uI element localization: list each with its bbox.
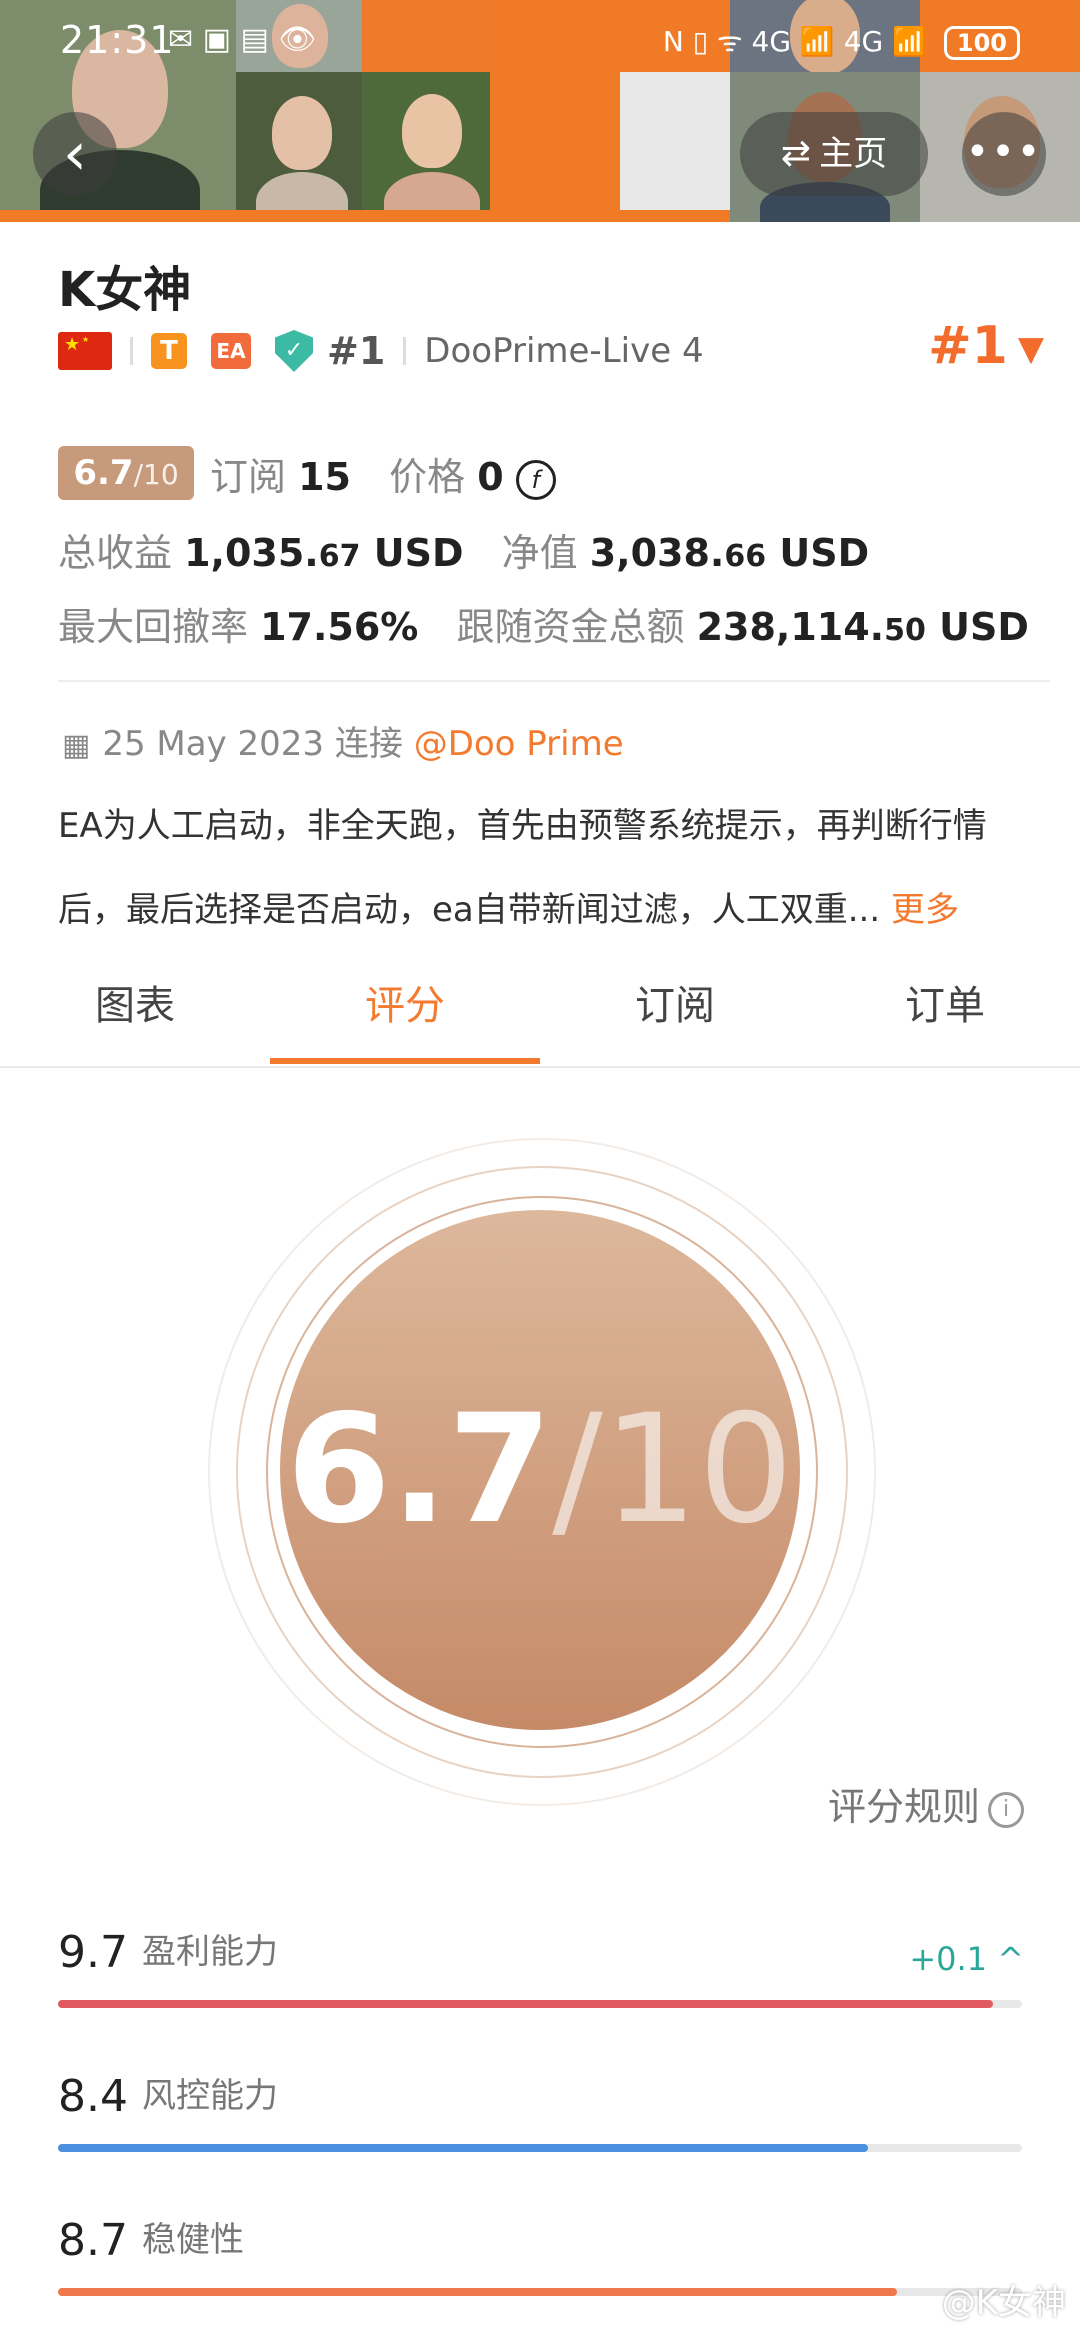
rank-value: #1 [928,316,1008,376]
rank-label: #1 [327,329,386,373]
back-button[interactable]: ‹ [33,112,117,196]
risk-control-bar-fill [58,2144,868,2152]
profitability-delta: +0.1 ^ [909,1940,1024,1978]
equity-label: 净值 [501,531,578,575]
ea-badge-icon: EA [211,333,251,369]
metric-profitability: 9.7 盈利能力 [58,1927,278,1978]
calendar-icon: ▦ [62,728,91,763]
overall-score-value: 6.7 [286,1383,553,1557]
home-button[interactable]: ⇄ 主页 [740,112,928,196]
caret-down-icon: ▼ [1017,329,1044,369]
tab-orders[interactable]: 订单 [810,966,1080,1066]
stability-bar [58,2288,1022,2296]
status-time: 21:31 [60,18,175,62]
more-button[interactable]: ••• [962,112,1046,196]
metric-risk-control: 8.4 风控能力 [58,2071,278,2122]
server-name: DooPrime-Live 4 [424,331,704,371]
follow-funds-label: 跟随资金总额 [456,605,685,649]
stability-bar-fill [58,2288,897,2296]
metric-stability: 8.7 稳健性 [58,2215,244,2266]
avatar-photo-5 [362,72,490,222]
rank-dropdown[interactable]: #1 ▼ [928,316,1044,376]
strategy-description: EA为人工启动，非全天跑，首先由预警系统提示，再判断行情 后，最后选择是否启动，… [58,806,987,930]
profitability-bar [58,2000,1022,2008]
connection-info: ▦ 25 May 2023 连接 @Doo Prime [62,716,624,765]
divider [403,337,407,365]
drawdown-follow-row: 最大回撤率 17.56% 跟随资金总额 238,114.50 USD [58,596,1029,651]
overall-score-circle: 6.7/10 [280,1210,800,1730]
subs-price-row: 订阅 15 价格 0 f [210,446,556,501]
provider-name: K女神 [58,262,192,318]
trader-badge-icon: T [151,333,187,369]
coin-icon: f [515,459,556,500]
signal-icons: N ▯ ᯤ 4G 📶 4G 📶 [662,25,927,58]
divider [58,680,1050,682]
status-bar: 21:31 ✉ ▣ ▤ 👁 N ▯ ᯤ 4G 📶 4G 📶 100 [0,0,1080,80]
tab-score[interactable]: 评分 [270,966,540,1066]
score-rules-link[interactable]: 评分规则 i [828,1776,1024,1831]
broker-link[interactable]: @Doo Prime [414,724,624,764]
china-flag-icon: ★ ★ [58,332,112,370]
risk-control-bar [58,2144,1022,2152]
total-profit-label: 总收益 [58,531,173,575]
drawdown-label: 最大回撤率 [58,605,249,649]
watermark: @K女神 [941,2283,1066,2323]
tab-subscribe[interactable]: 订阅 [540,966,810,1066]
equity-value: 3,038.66 USD [589,531,870,575]
avatar-photo-4 [236,72,362,222]
header-accent-band [0,210,730,222]
badge-row: ★ ★ T EA ✓ #1 DooPrime-Live 4 [58,328,704,374]
connection-date: 25 May 2023 连接 [102,724,403,764]
battery-icon: 100 [943,26,1020,60]
more-dots-icon: ••• [965,129,1043,175]
profitability-bar-fill [58,2000,994,2008]
drawdown-value: 17.56% [260,605,419,649]
total-profit-value: 1,035.67 USD [184,531,464,575]
tab-chart[interactable]: 图表 [0,966,270,1066]
overall-score-den: /10 [552,1383,794,1557]
chevron-left-icon: ‹ [63,119,87,189]
subs-label: 订阅 [210,455,287,499]
divider [130,337,133,365]
verified-shield-icon: ✓ [275,330,313,372]
subs-value: 15 [298,455,351,499]
home-label: 主页 [819,134,888,174]
price-label: 价格 [389,455,466,499]
notification-icons: ✉ ▣ ▤ 👁 [168,22,317,57]
status-right-icons: N ▯ ᯤ 4G 📶 4G 📶 100 [663,22,1020,60]
more-link[interactable]: 更多 [891,890,959,930]
swap-arrows-icon: ⇄ [780,133,812,174]
info-icon: i [988,1791,1024,1828]
header-banner: 21:31 ✉ ▣ ▤ 👁 N ▯ ᯤ 4G 📶 4G 📶 100 ‹ ⇄ 主页 … [0,0,1080,222]
tab-divider [0,1066,1080,1068]
score-badge: 6.7/10 [58,446,194,500]
price-value: 0 [477,455,504,499]
follow-funds-value: 238,114.50 USD [696,605,1029,649]
profit-equity-row: 总收益 1,035.67 USD 净值 3,038.66 USD [58,522,869,577]
tab-bar: 图表 评分 订阅 订单 [0,966,1080,1066]
